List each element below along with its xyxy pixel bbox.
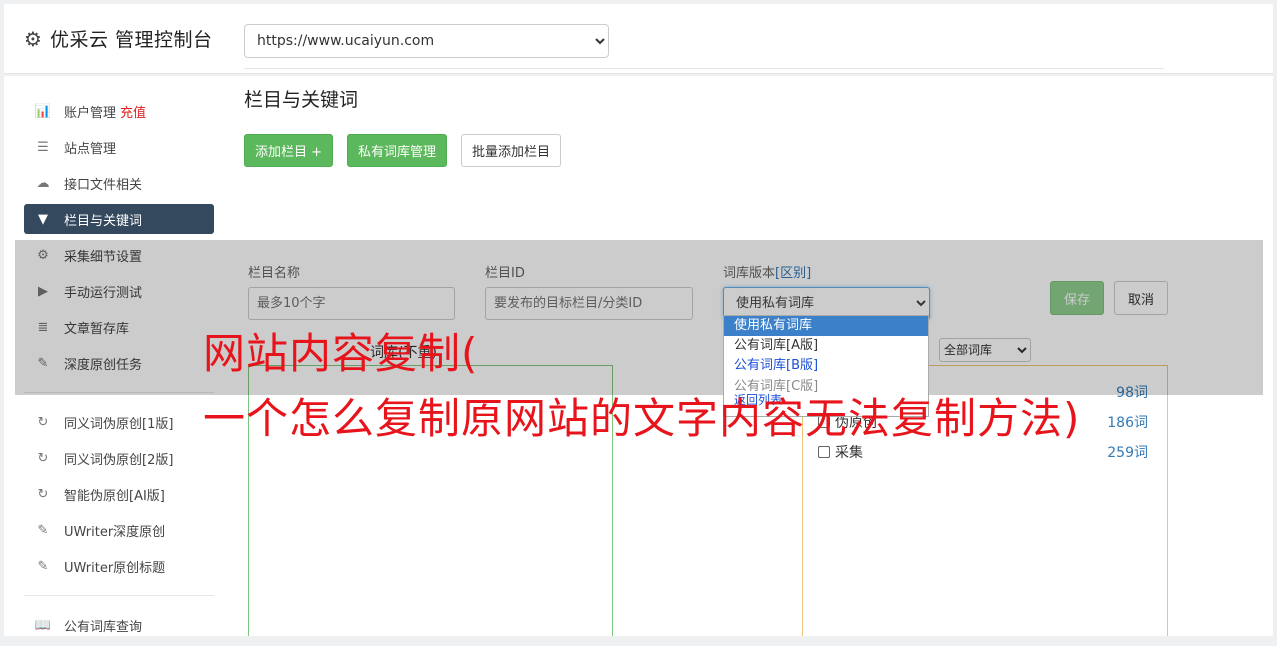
sidebar: 📊 账户管理 充值 ☰ 站点管理 ☁ 接口文件相关 ▼ 栏目与关键词 ⚙ 采集细节设置 ▶ 手动运行测试… — [24, 96, 214, 646]
batch-add-column-button[interactable]: 批量添加栏目 — [461, 134, 562, 167]
edit-icon: ✎ — [37, 355, 49, 371]
sidebar-item-label: 公有词库查询 — [64, 619, 143, 635]
library-checkbox[interactable] — [818, 446, 830, 458]
site-select[interactable]: https://www.ucaiyun.com — [244, 24, 609, 58]
sidebar-item-label: 深度原创任务 — [64, 357, 143, 373]
column-id-field: 栏目ID — [485, 262, 693, 320]
watermark-line-1: 网站内容复制( — [203, 329, 479, 378]
column-id-label: 栏目ID — [485, 266, 525, 281]
library-version-text: 词库版本 — [723, 266, 776, 281]
edit-icon: ✎ — [37, 558, 49, 574]
private-library-button[interactable]: 私有词库管理 — [347, 134, 448, 167]
sidebar-item-label: 手动运行测试 — [64, 285, 143, 301]
sidebar-item[interactable]: ↻ 同义词伪原创[1版] — [24, 407, 214, 437]
cogs-icon: ⚙ — [37, 247, 49, 263]
sidebar-item-label: 账户管理 — [64, 105, 117, 121]
sidebar-item-label: 文章暂存库 — [64, 321, 130, 337]
add-column-button[interactable]: 添加栏目 + — [244, 134, 334, 167]
server-icon: ☰ — [37, 139, 49, 155]
save-button[interactable]: 保存 — [1050, 281, 1104, 315]
sidebar-item-label: 接口文件相关 — [64, 177, 143, 193]
sidebar-item[interactable]: ≣ 文章暂存库 — [24, 312, 214, 342]
sidebar-item[interactable]: ☰ 站点管理 — [24, 132, 214, 162]
play-icon: ▶ — [38, 283, 48, 299]
column-name-field: 栏目名称 — [248, 262, 455, 320]
app-title: 优采云 管理控制台 — [49, 29, 213, 51]
sidebar-item[interactable]: ↻ 智能伪原创[AI版] — [24, 479, 214, 509]
dropdown-option[interactable]: 公有词库[A版] — [724, 336, 928, 356]
sidebar-item[interactable]: ▶ 手动运行测试 — [24, 276, 214, 306]
column-name-input[interactable] — [248, 287, 455, 320]
sidebar-divider — [24, 392, 214, 393]
column-id-input[interactable] — [485, 287, 693, 320]
dropdown-option[interactable]: 公有词库[B版] — [724, 356, 928, 376]
sidebar-item[interactable]: 📊 账户管理 充值 — [24, 96, 214, 126]
gear-icon[interactable]: ⚙ — [24, 27, 42, 51]
cloud-upload-icon: ☁ — [36, 175, 50, 191]
sidebar-item[interactable]: ⚙ 采集细节设置 — [24, 240, 214, 270]
column-name-label: 栏目名称 — [248, 266, 301, 281]
sidebar-item-label: 智能伪原创[AI版] — [64, 488, 165, 504]
watermark-line-2: 一个怎么复制原网站的文字内容无法复制方法) — [203, 394, 1081, 443]
section-title: 栏目与关键词 — [244, 89, 359, 111]
database-icon: ≣ — [37, 319, 49, 335]
sidebar-item[interactable]: ↻ 同义词伪原创[2版] — [24, 443, 214, 473]
action-buttons: 添加栏目 + 私有词库管理 批量添加栏目 — [244, 134, 1164, 167]
content-area: https://www.ucaiyun.com 栏目与关键词 添加栏目 + 私有… — [244, 24, 1164, 167]
filter-icon: ▼ — [38, 211, 48, 227]
sidebar-item[interactable]: ▼ 栏目与关键词 — [24, 204, 214, 234]
divider — [244, 68, 1164, 69]
bar-chart-icon: 📊 — [34, 103, 52, 119]
library-version-label: 词库版本[区别] — [723, 262, 930, 281]
dropdown-option[interactable]: 使用私有词库 — [724, 316, 928, 336]
refresh-icon: ↻ — [37, 414, 49, 430]
sidebar-item-label: 同义词伪原创[2版] — [64, 452, 174, 468]
sidebar-item-label: UWriter深度原创 — [64, 524, 166, 540]
book-icon: 📖 — [34, 617, 52, 633]
sidebar-item[interactable]: ☁ 接口文件相关 — [24, 168, 214, 198]
sidebar-item-label: UWriter原创标题 — [64, 560, 166, 576]
library-count: 259词 — [1107, 445, 1148, 461]
sidebar-item-label: 采集细节设置 — [64, 249, 143, 265]
sidebar-item-label: 同义词伪原创[1版] — [64, 416, 174, 432]
difference-link[interactable]: [区别] — [775, 266, 811, 281]
refresh-icon: ↻ — [37, 486, 49, 502]
edit-icon: ✎ — [37, 522, 49, 538]
library-count: 98词 — [1116, 385, 1148, 401]
recharge-link[interactable]: 充值 — [120, 102, 146, 121]
refresh-icon: ↻ — [37, 450, 49, 466]
sidebar-item-label: 站点管理 — [64, 141, 117, 157]
library-version-field: 词库版本[区别] 使用私有词库 — [723, 262, 930, 320]
sidebar-item-label: 栏目与关键词 — [64, 213, 143, 229]
sidebar-divider — [24, 595, 214, 596]
library-count: 186词 — [1107, 415, 1148, 431]
cancel-button[interactable]: 取消 — [1114, 281, 1168, 315]
sidebar-item[interactable]: ✎ 深度原创任务 — [24, 348, 214, 378]
sidebar-item[interactable]: ✎ UWriter原创标题 — [24, 551, 214, 581]
library-filter-select[interactable]: 全部词库 — [939, 338, 1031, 362]
sidebar-item[interactable]: ✎ UWriter深度原创 — [24, 515, 214, 545]
